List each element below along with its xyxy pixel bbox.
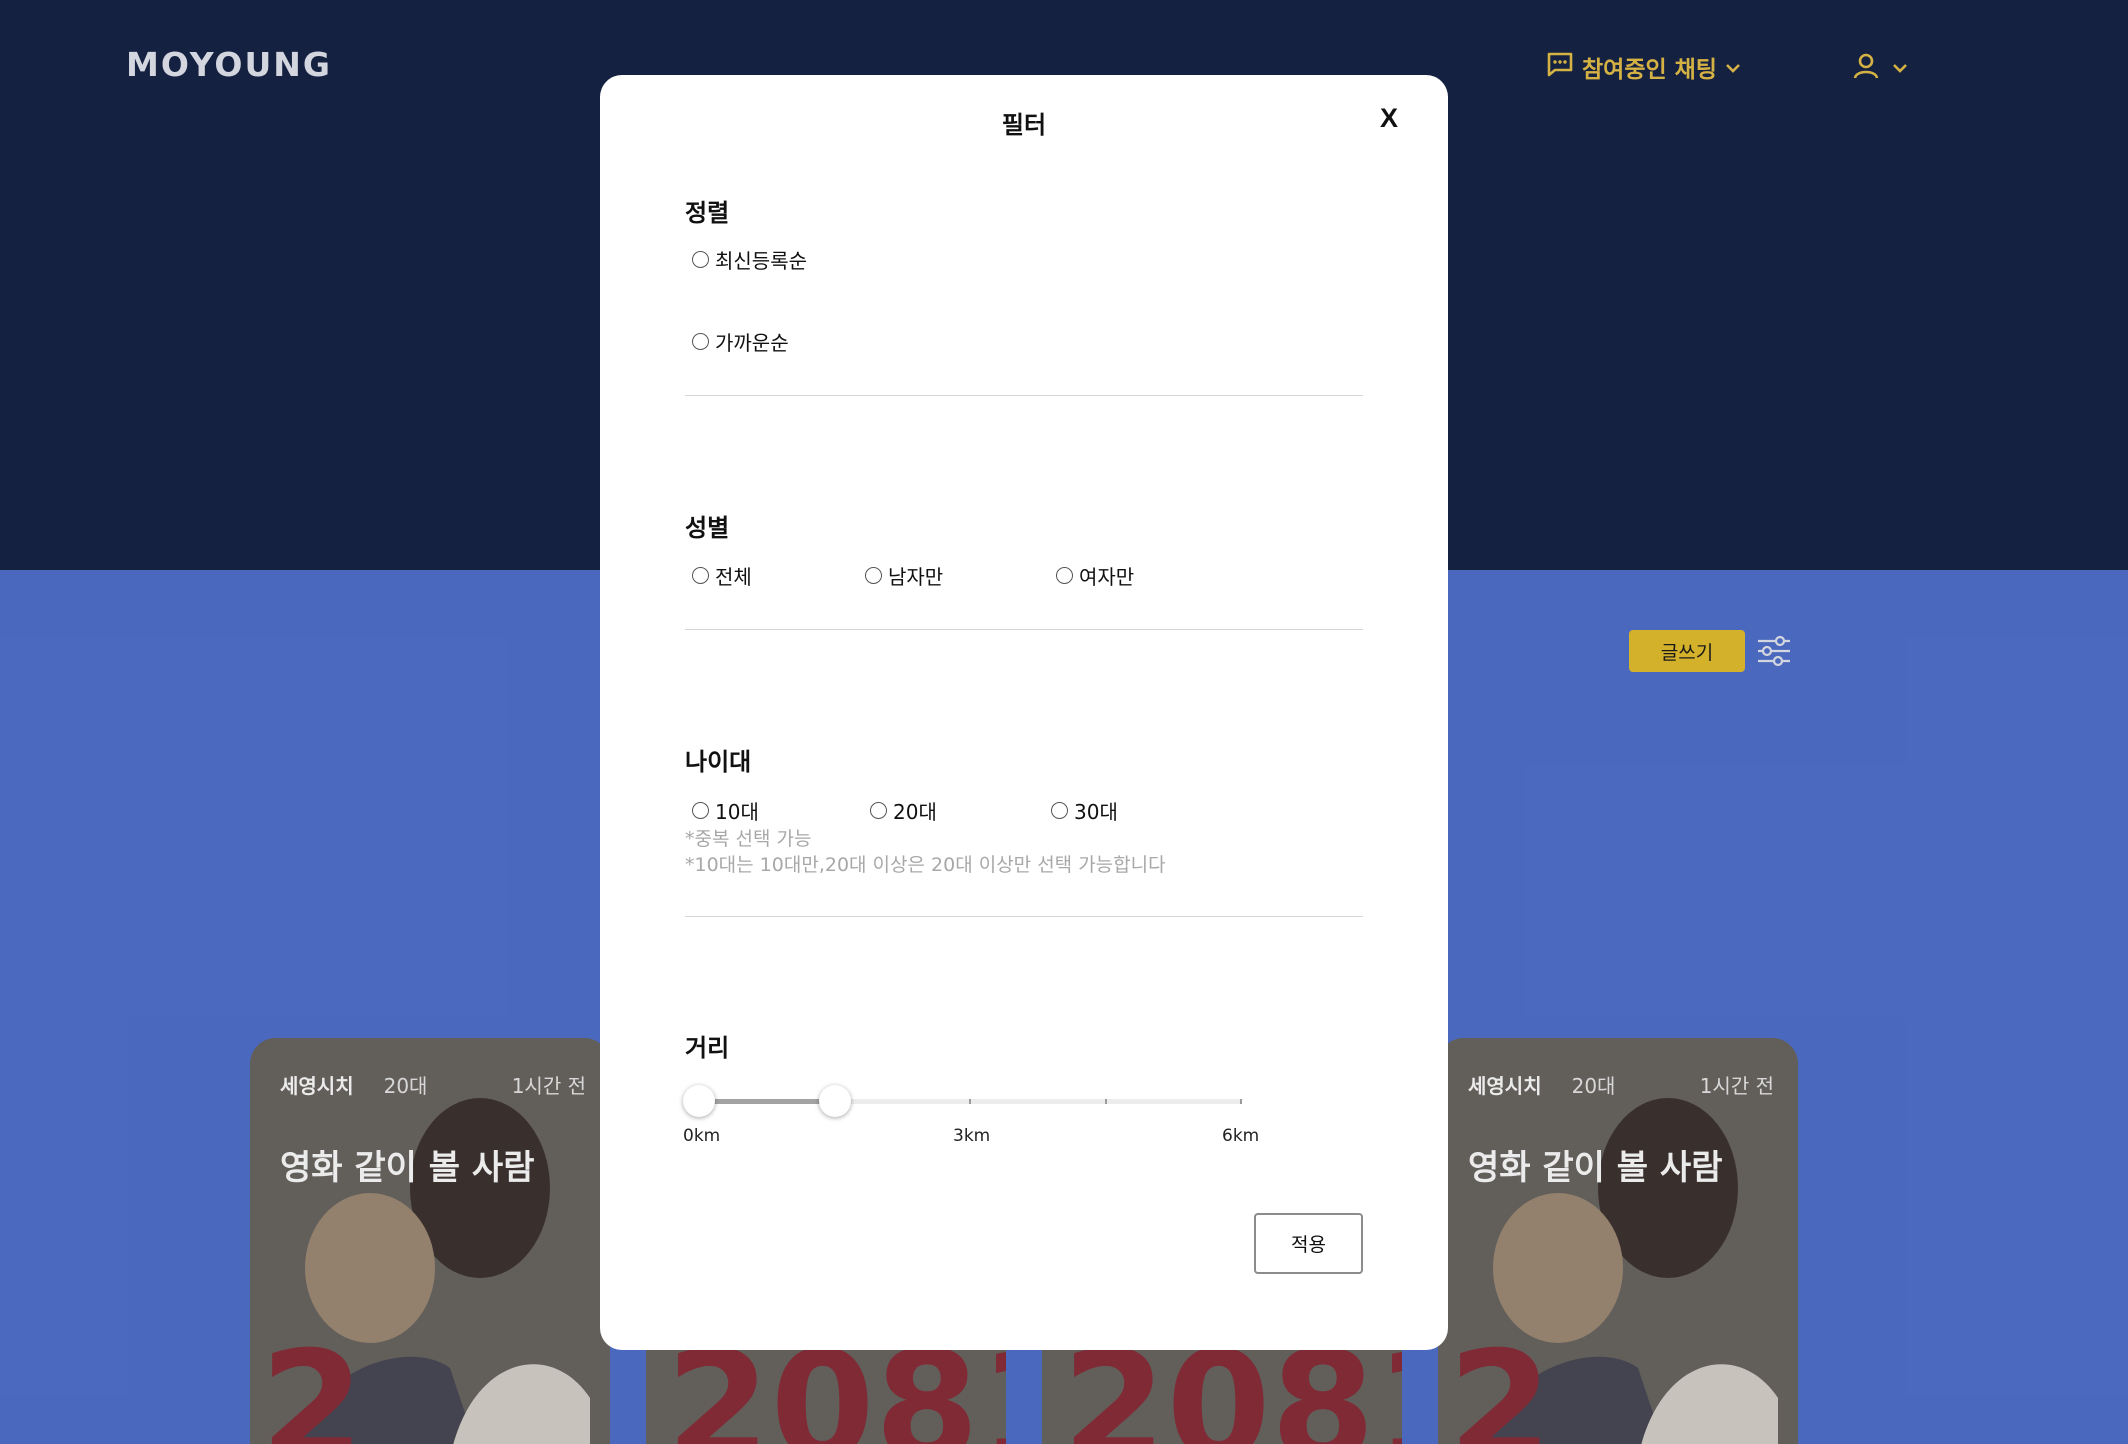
age-hint-rule: *10대는 10대만,20대 이상은 20대 이상만 선택 가능합니다	[685, 854, 1166, 876]
distance-title: 거리	[685, 1034, 730, 1062]
age-option-20s[interactable]: 20대	[870, 796, 937, 825]
age-option-10s[interactable]: 10대	[692, 796, 759, 825]
modal-title: 필터	[1001, 111, 1047, 139]
radio-label: 남자만	[888, 565, 944, 589]
radio-circle[interactable]	[692, 251, 709, 268]
radio-label: 최신등록순	[715, 249, 807, 273]
radio-label: 여자만	[1079, 565, 1135, 589]
gender-option-female[interactable]: 여자만	[1056, 561, 1134, 590]
radio-circle[interactable]	[692, 802, 709, 819]
divider	[685, 916, 1363, 917]
gender-title: 성별	[685, 514, 730, 542]
slider-tick	[969, 1099, 971, 1104]
gender-option-male[interactable]: 남자만	[865, 561, 943, 590]
gender-option-all[interactable]: 전체	[692, 561, 752, 590]
age-title: 나이대	[685, 748, 752, 776]
distance-slider-max-handle[interactable]	[818, 1085, 851, 1117]
filter-modal: 필터 X 정렬 최신등록순 가까운순 성별 전체 남자만 여자만 나이대 10대…	[600, 75, 1448, 1350]
distance-label-min: 0km	[683, 1126, 721, 1146]
radio-circle[interactable]	[692, 567, 709, 584]
slider-tick	[1240, 1099, 1242, 1104]
radio-label: 30대	[1074, 800, 1118, 824]
sort-option-latest[interactable]: 최신등록순	[692, 245, 807, 274]
apply-button[interactable]: 적용	[1254, 1213, 1363, 1274]
age-option-30s[interactable]: 30대	[1051, 796, 1118, 825]
sort-option-nearest[interactable]: 가까운순	[692, 327, 789, 356]
divider	[685, 629, 1363, 630]
radio-label: 전체	[715, 565, 752, 589]
distance-label-mid: 3km	[953, 1126, 991, 1146]
radio-label: 10대	[715, 800, 759, 824]
divider	[685, 395, 1363, 396]
age-hint-multi: *중복 선택 가능	[685, 828, 812, 850]
distance-label-max: 6km	[1222, 1126, 1260, 1146]
radio-circle[interactable]	[1056, 567, 1073, 584]
close-button[interactable]: X	[1380, 103, 1398, 134]
radio-label: 가까운순	[715, 331, 789, 355]
slider-tick	[1105, 1099, 1107, 1104]
radio-circle[interactable]	[870, 802, 887, 819]
distance-slider-min-handle[interactable]	[683, 1085, 715, 1117]
distance-slider-fill	[699, 1099, 835, 1104]
radio-circle[interactable]	[865, 567, 882, 584]
radio-circle[interactable]	[692, 333, 709, 350]
sort-title: 정렬	[685, 199, 730, 227]
radio-circle[interactable]	[1051, 802, 1068, 819]
radio-label: 20대	[893, 800, 937, 824]
